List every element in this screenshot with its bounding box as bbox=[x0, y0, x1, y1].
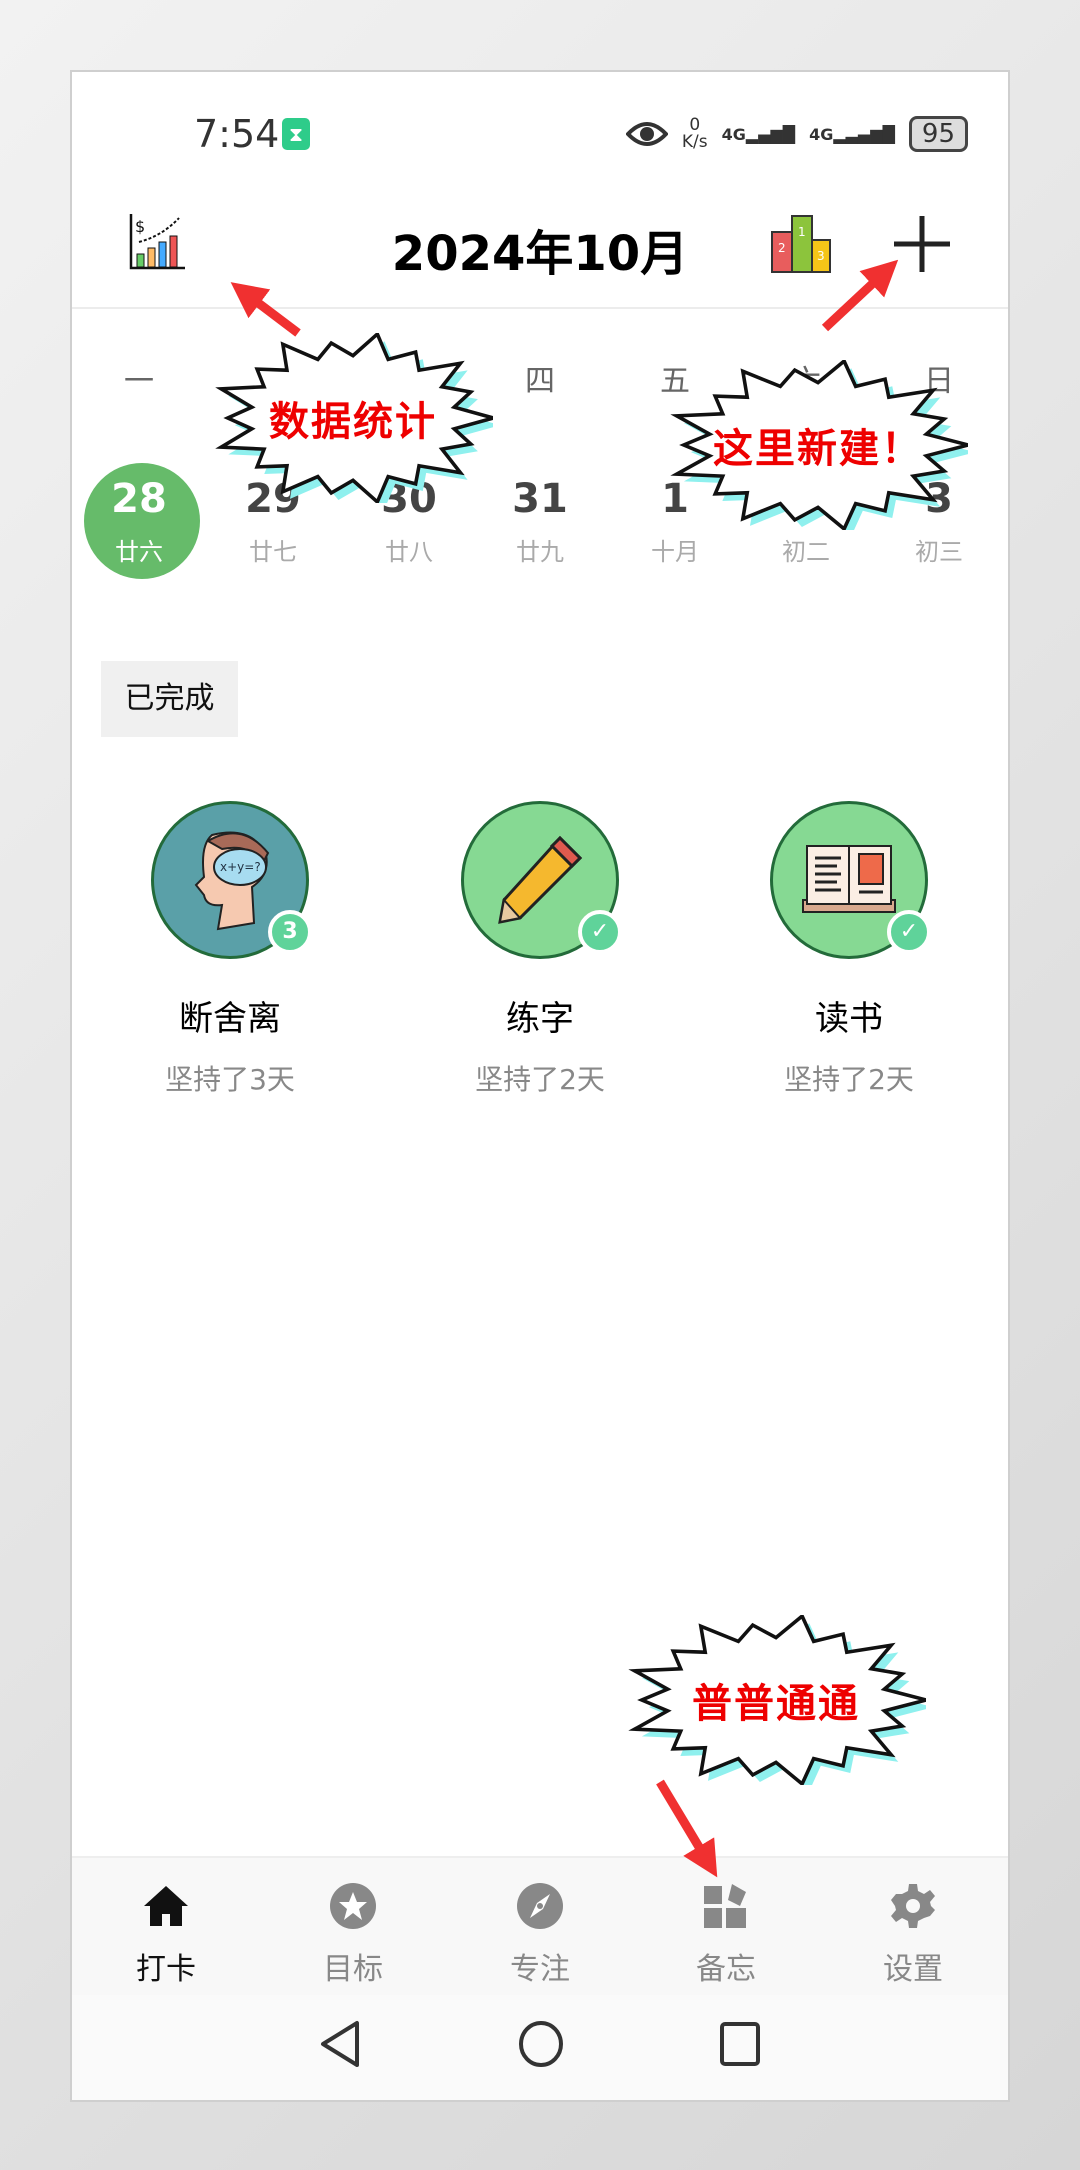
habit-card[interactable]: x+y=? 3 断舍离坚持了3天 bbox=[130, 801, 330, 1098]
month-title[interactable]: 2024年10月 bbox=[72, 214, 1008, 284]
bottom-nav: 打卡 目标 专注 备忘 设置 bbox=[72, 1856, 1008, 1995]
signal-2: 4G▂▃▄▆█ bbox=[809, 124, 895, 144]
nav-label: 备忘 bbox=[696, 1952, 756, 1987]
lunar-date: 廿六 bbox=[115, 538, 163, 566]
date-cell[interactable]: 28 bbox=[84, 476, 194, 522]
nav-widgets[interactable]: 备忘 bbox=[661, 1882, 791, 1988]
battery: 95 bbox=[908, 116, 968, 152]
net-speed: 0 K/s bbox=[681, 115, 708, 152]
habit-status-badge: ✓ bbox=[578, 910, 622, 954]
lunar-date: 十月 bbox=[651, 538, 699, 566]
lunar-date: 初二 bbox=[782, 538, 830, 566]
recents-icon[interactable] bbox=[717, 2019, 763, 2069]
habit-streak: 坚持了3天 bbox=[165, 1063, 295, 1096]
habit-icon-circle[interactable]: x+y=? 3 bbox=[151, 801, 312, 959]
open-book-icon bbox=[802, 845, 896, 913]
habit-streak: 坚持了2天 bbox=[784, 1063, 914, 1096]
habit-card[interactable]: ✓ 练字坚持了2天 bbox=[440, 801, 640, 1098]
date-cell[interactable]: 31 bbox=[485, 476, 595, 522]
habit-icon-circle[interactable]: ✓ bbox=[461, 801, 622, 959]
svg-text:2: 2 bbox=[778, 241, 786, 255]
annotation-text: 普普通通 bbox=[692, 1680, 860, 1727]
lunar-date: 廿九 bbox=[516, 538, 564, 566]
pencil-icon bbox=[498, 835, 583, 924]
svg-text:1: 1 bbox=[798, 225, 806, 239]
header-divider bbox=[72, 307, 1008, 309]
habit-name: 读书 bbox=[815, 999, 883, 1039]
eye-icon bbox=[625, 122, 668, 146]
svg-text:x+y=?: x+y=? bbox=[220, 860, 261, 874]
star-circle-icon bbox=[330, 1883, 376, 1929]
nav-label: 目标 bbox=[323, 1952, 383, 1987]
back-icon[interactable] bbox=[317, 2019, 363, 2069]
head-thinking-icon: x+y=? bbox=[194, 831, 270, 931]
annotation-memo: 普普通通 bbox=[626, 1615, 926, 1785]
lunar-date: 初三 bbox=[915, 538, 963, 566]
habit-status-badge: ✓ bbox=[887, 910, 931, 954]
svg-text:3: 3 bbox=[817, 249, 825, 263]
annotation-stats: 数据统计 bbox=[213, 333, 493, 503]
lunar-date: 廿七 bbox=[249, 538, 297, 566]
status-icons: 0 K/s 4G▂▄▆█ 4G▂▃▄▆█ 95 bbox=[625, 115, 968, 152]
nav-label: 设置 bbox=[883, 1952, 943, 1987]
plus-icon[interactable] bbox=[892, 214, 952, 274]
hourglass-icon: ⧗ bbox=[282, 118, 310, 150]
habit-name: 练字 bbox=[506, 999, 574, 1039]
nav-label: 打卡 bbox=[136, 1952, 196, 1987]
annotation-text: 数据统计 bbox=[269, 398, 437, 445]
nav-gear[interactable]: 设置 bbox=[848, 1882, 978, 1988]
annotation-create: 这里新建！ bbox=[668, 360, 968, 530]
habit-streak: 坚持了2天 bbox=[475, 1063, 605, 1096]
status-time: 7:54 bbox=[194, 112, 280, 156]
habit-status-badge: 3 bbox=[268, 910, 312, 954]
lunar-date: 廿八 bbox=[385, 538, 433, 566]
annotation-text: 这里新建！ bbox=[713, 425, 923, 472]
signal-1: 4G▂▄▆█ bbox=[721, 124, 796, 144]
compass-icon bbox=[517, 1883, 563, 1929]
nav-compass[interactable]: 专注 bbox=[475, 1882, 605, 1988]
nav-label: 专注 bbox=[510, 1952, 570, 1987]
habit-card[interactable]: ✓ 读书坚持了2天 bbox=[749, 801, 949, 1098]
habit-name: 断舍离 bbox=[179, 999, 281, 1039]
nav-star-circle[interactable]: 目标 bbox=[288, 1882, 418, 1988]
widgets-icon bbox=[704, 1884, 746, 1928]
nav-home[interactable]: 打卡 bbox=[101, 1882, 231, 1988]
habit-icon-circle[interactable]: ✓ bbox=[770, 801, 931, 959]
gear-icon bbox=[891, 1884, 935, 1928]
weekday-label: 一 bbox=[124, 364, 154, 399]
weekday-label: 四 bbox=[525, 364, 555, 399]
ranking-podium-icon[interactable]: 213 bbox=[770, 212, 832, 274]
system-nav bbox=[72, 1995, 1008, 2100]
home-circle-icon[interactable] bbox=[517, 2019, 565, 2069]
filter-completed-chip[interactable]: 已完成 bbox=[101, 661, 238, 737]
home-icon bbox=[144, 1886, 188, 1926]
status-bar: 7:54 ⧗ 0 K/s 4G▂▄▆█ 4G▂▃▄▆█ 95 bbox=[72, 112, 1008, 162]
